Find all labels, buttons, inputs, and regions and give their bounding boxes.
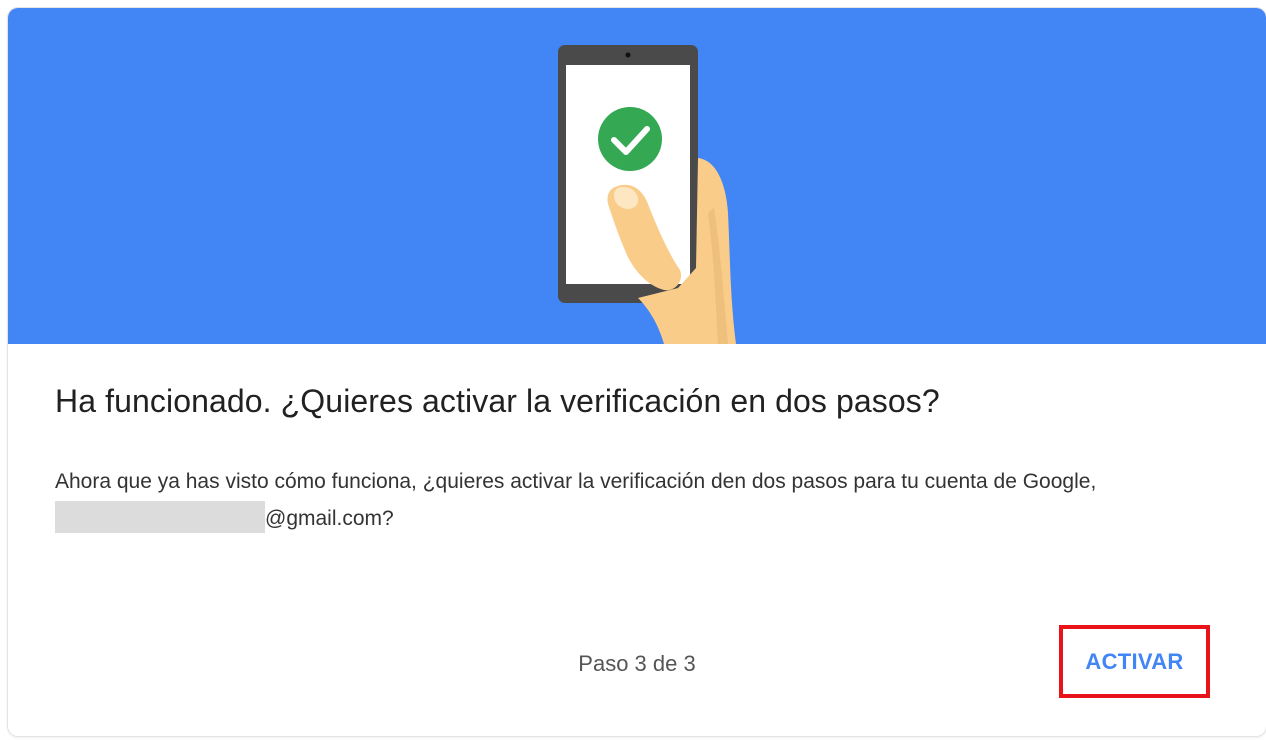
dialog-description: Ahora que ya has visto cómo funciona, ¿q… <box>55 463 1195 537</box>
activate-button[interactable]: ACTIVAR <box>1063 629 1206 694</box>
phone-with-check-icon <box>558 45 736 344</box>
redacted-email-block <box>55 501 265 533</box>
dialog-title: Ha funcionado. ¿Quieres activar la verif… <box>55 383 940 419</box>
email-suffix: @gmail.com? <box>265 507 394 530</box>
two-step-verification-dialog: Ha funcionado. ¿Quieres activar la verif… <box>8 8 1266 736</box>
hero-banner <box>8 8 1266 344</box>
description-text: Ahora que ya has visto cómo funciona, ¿q… <box>55 470 1097 493</box>
